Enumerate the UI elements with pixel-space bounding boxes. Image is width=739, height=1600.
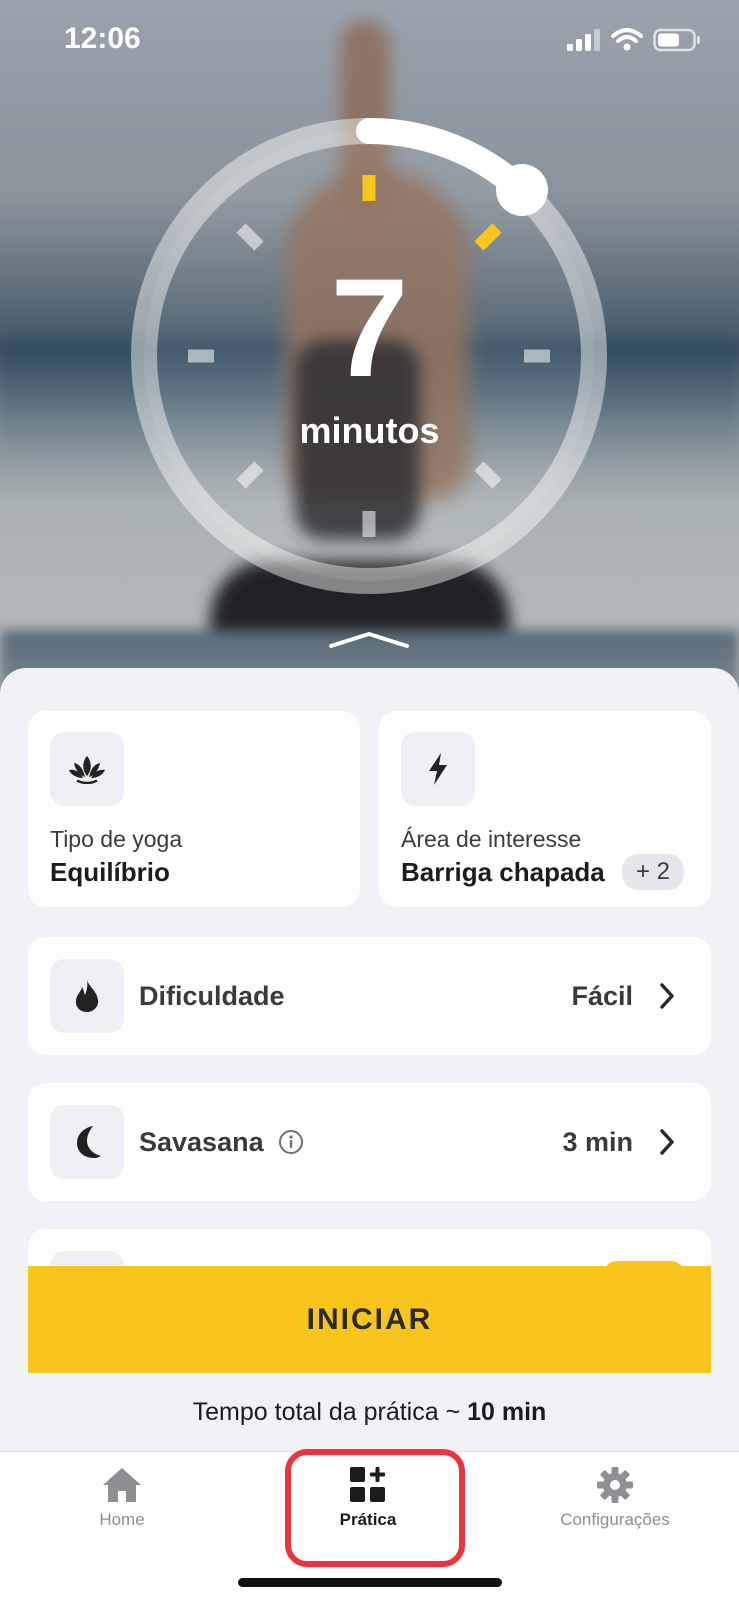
dial-handle[interactable] [496,164,548,216]
tab-settings-label: Configurações [560,1510,670,1529]
total-time-value: 10 min [467,1398,547,1426]
savasana-value: 3 min [562,1127,633,1157]
difficulty-value: Fácil [571,981,633,1011]
flame-icon [75,980,99,1012]
tab-home[interactable]: Home [22,1466,222,1530]
start-button[interactable]: INICIAR [28,1266,711,1373]
gear-icon [597,1467,633,1503]
house-icon [103,1468,141,1502]
total-practice-time: Tempo total da prática ~ 10 min [0,1398,739,1427]
difficulty-icon-box [50,959,124,1033]
timer-unit: minutos [299,410,440,451]
tab-home-label: Home [99,1510,145,1529]
moon-icon [77,1126,101,1158]
focus-area-label: Área de interesse [401,826,582,852]
active-tab-highlight [285,1449,465,1567]
duration-dial[interactable]: 7 minutos [0,0,739,700]
focus-area-more-badge: + 2 [622,854,685,890]
focus-area-icon-box [401,732,475,806]
focus-area-value: Barriga chapada [401,857,605,887]
lightning-icon [429,753,447,785]
yoga-type-card[interactable]: Tipo de yoga Equilíbrio [28,711,360,907]
timer-value: 7 [330,249,409,406]
total-time-label: Tempo total da prática ~ [192,1398,468,1426]
info-icon[interactable] [278,1129,304,1155]
focus-area-card[interactable]: Área de interesse Barriga chapada + 2 [379,711,711,907]
savasana-icon-box [50,1105,124,1179]
yoga-type-label: Tipo de yoga [50,826,183,852]
home-indicator [238,1578,502,1587]
yoga-type-value: Equilíbrio [50,857,170,887]
chevron-right-icon [660,1129,674,1155]
tab-settings[interactable]: Configurações [515,1466,715,1530]
savasana-row[interactable]: Savasana 3 min [28,1083,711,1201]
lotus-icon [69,756,105,784]
expand-chevron-icon[interactable] [329,632,409,648]
chevron-right-icon [660,983,674,1009]
difficulty-title: Dificuldade [139,981,285,1011]
savasana-title: Savasana [139,1127,264,1157]
yoga-type-icon-box [50,732,124,806]
difficulty-row[interactable]: Dificuldade Fácil [28,937,711,1055]
